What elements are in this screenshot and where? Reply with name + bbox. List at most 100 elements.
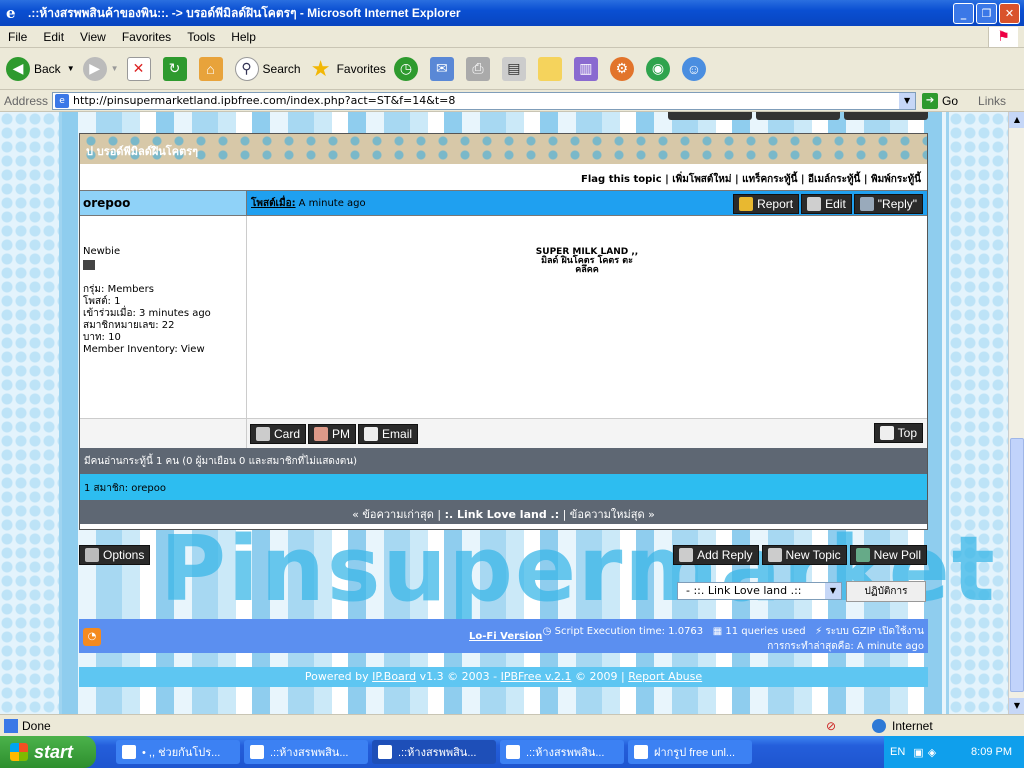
menu-edit[interactable]: Edit [35,30,72,44]
ie-window-icon [634,745,648,759]
top-button[interactable]: Top [873,423,923,443]
vertical-scrollbar[interactable]: ▲ ▼ [1008,112,1024,714]
ie-window-icon [250,745,264,759]
search-icon: ⚲ [234,56,259,81]
forward-button[interactable]: ▶ ▼ [82,56,119,81]
links-button[interactable]: Links [978,94,1006,108]
system-tray: EN ▣ ◈ 8:09 PM [884,736,1024,768]
back-dropdown-icon[interactable]: ▼ [67,64,75,73]
rss-icon[interactable]: ◔ [83,628,101,646]
messenger-icon: ◉ [645,56,670,81]
top-buttons-cut [668,112,928,120]
print-icon: ⎙ [465,56,490,81]
print-button[interactable]: ⎙ [465,56,494,81]
stop-button[interactable]: ✕ [126,56,155,81]
address-input[interactable]: e http://pinsupermarketland.ipbfree.com/… [52,91,917,110]
tools-button[interactable]: ⚙ [609,56,638,81]
new-topic-button[interactable]: New Topic [761,545,847,565]
search-label: Search [262,61,301,76]
scroll-thumb[interactable] [1010,438,1024,692]
home-button[interactable]: ⌂ [198,56,227,81]
post-author[interactable]: orepoo [80,191,247,215]
task-button[interactable]: .::ห้างสรพพสิน... [500,740,624,764]
menu-file[interactable]: File [0,30,35,44]
topic-actions[interactable]: Flag this topic | เพิ่มโพสต์ใหม่ | แทร็ค… [80,164,927,190]
mail-button[interactable]: ✉ [429,56,458,81]
popup-blocked-icon[interactable]: ⊘ [826,719,836,733]
select-dropdown-icon[interactable]: ▼ [825,583,841,599]
online-stats: มีคนอ่านกระทู้นี้ 1 คน (0 ผู้มาเยือน 0 แ… [80,448,927,474]
posted-label[interactable]: โพสต์เมื่อ: [251,196,296,211]
online-members[interactable]: 1 สมาชิก: orepoo [80,474,927,500]
posted-time: A minute ago [298,197,366,209]
start-button[interactable]: start [0,736,96,768]
quote-reply-button[interactable]: "Reply" [853,194,923,214]
reply-bubble-icon [679,548,694,562]
task-button[interactable]: ฝากรูป free unl... [628,740,752,764]
edit-button[interactable]: Edit [801,194,852,214]
refresh-icon: ↻ [162,56,187,81]
rank-pip-icon [83,260,95,270]
new-poll-button[interactable]: New Poll [849,545,927,565]
card-button[interactable]: Card [250,423,307,444]
report-button[interactable]: Report [733,194,800,214]
topic-bubble-icon [767,548,782,562]
pm-label: PM [332,426,351,441]
post-footer: Card PM Email Top [80,418,927,448]
search-button[interactable]: ⚲ Search [234,56,301,81]
nav-prev[interactable]: « ข้อความเก่าสุด | [352,508,441,521]
research-button[interactable]: ▥ [573,56,602,81]
favorites-button[interactable]: ★ Favorites [309,56,386,81]
start-label: start [34,741,74,762]
minimize-button[interactable]: _ [953,3,974,24]
menu-view[interactable]: View [72,30,114,44]
email-label: Email [382,426,413,441]
mail-icon: ✉ [429,56,454,81]
ipboard-link[interactable]: IP.Board [372,670,416,683]
nav-forum[interactable]: :. Link Love land .: [445,508,560,521]
address-dropdown-icon[interactable]: ▼ [899,92,916,109]
nav-next[interactable]: | ข้อความใหม่สุด » [563,508,655,521]
back-button[interactable]: ◀ Back ▼ [6,56,75,81]
people-button[interactable]: ☺ [681,56,710,81]
note-icon [537,56,562,81]
tray-volume-icon[interactable]: ◈ [928,746,936,759]
refresh-button[interactable]: ↻ [162,56,191,81]
restore-button[interactable]: ❐ [976,3,997,24]
go-button[interactable]: ➔ Go [922,92,958,109]
scroll-down-icon[interactable]: ▼ [1009,698,1024,714]
member-rank: Newbie [83,246,121,257]
member-number: สมาชิกหมายเลข: 22 [83,320,175,331]
scroll-up-icon[interactable]: ▲ [1009,112,1024,128]
ie-window-icon [506,745,520,759]
task-button[interactable]: .::ห้างสรพพสิน... [244,740,368,764]
member-inventory[interactable]: Member Inventory: View [83,344,243,356]
options-button[interactable]: Options [79,545,151,565]
query-count: 11 queries used [725,626,806,637]
menu-favorites[interactable]: Favorites [114,30,179,44]
pm-button[interactable]: PM [308,423,357,444]
menu-tools[interactable]: Tools [179,30,223,44]
board-stats-footer: ◔ Lo-Fi Version ◷ Script Execution time:… [79,619,928,653]
ipbfree-link[interactable]: IPBFree v.2.1 [501,670,572,683]
close-button[interactable]: ✕ [999,3,1020,24]
status-page-icon [4,718,18,733]
forum-jump-select[interactable]: - ::. Link Love land .:: ▼ [677,582,842,600]
add-reply-button[interactable]: Add Reply [673,545,759,565]
lofi-link[interactable]: Lo-Fi Version [469,631,542,642]
task-button-active[interactable]: .::ห้างสรพพสิน... [372,740,496,764]
discuss-button[interactable] [537,56,566,81]
forum-jump-go-button[interactable]: ปฏิบัติการ [846,581,926,602]
member-joined: เข้าร่วมเมื่อ: 3 minutes ago [83,308,211,319]
history-button[interactable]: ◷ [393,56,422,81]
edit-page-button[interactable]: ▤ [501,56,530,81]
language-indicator[interactable]: EN [890,746,905,758]
messenger-button[interactable]: ◉ [645,56,674,81]
powered-by-footer: Powered by IP.Board v1.3 © 2003 - IPBFre… [79,667,928,687]
task-button[interactable]: • ,, ช่วยกันโปร... [116,740,240,764]
report-abuse-link[interactable]: Report Abuse [628,670,702,683]
email-button[interactable]: Email [358,423,419,444]
forward-dropdown-icon[interactable]: ▼ [111,64,119,73]
tray-network-icon[interactable]: ▣ [913,746,923,759]
menu-help[interactable]: Help [223,30,264,44]
